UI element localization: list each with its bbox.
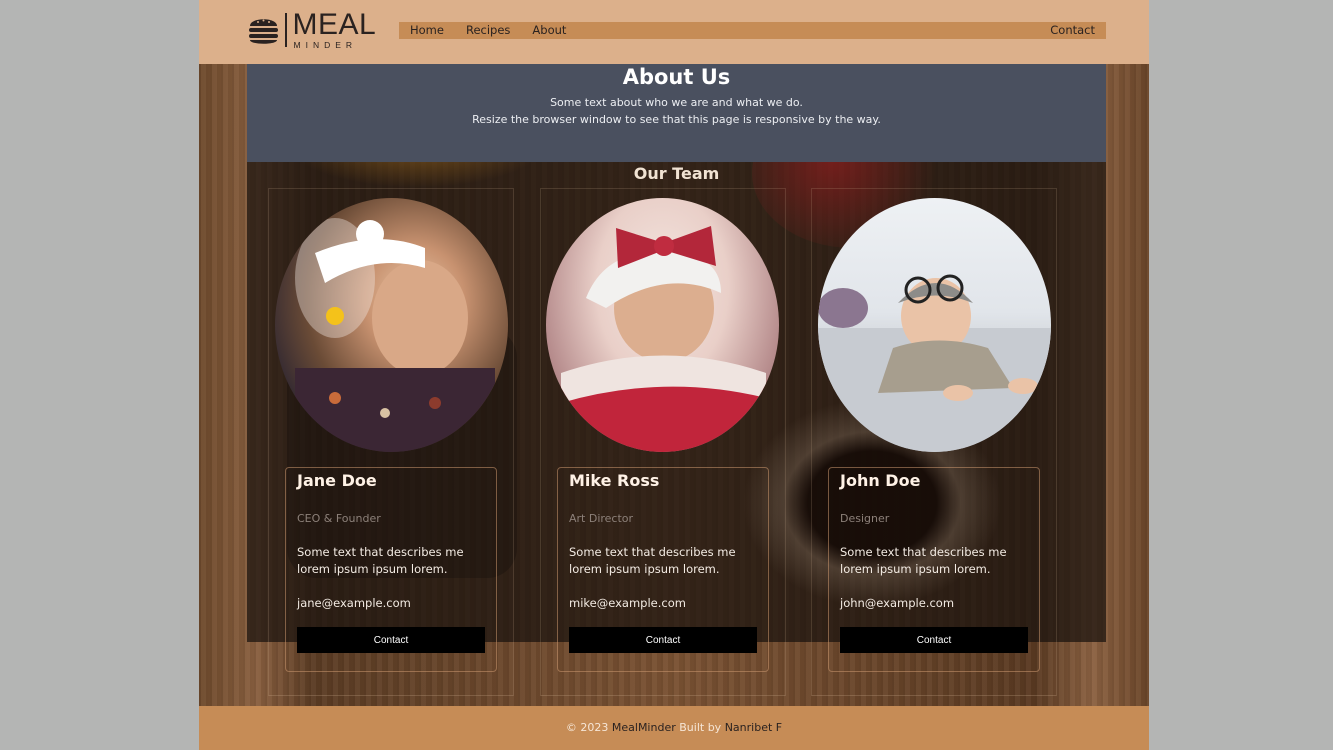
member-email: john@example.com xyxy=(840,596,955,610)
member-description: Some text that describes me lorem ipsum … xyxy=(569,545,736,576)
nav-recipes[interactable]: Recipes xyxy=(455,22,521,39)
about-section: About Us Some text about who we are and … xyxy=(247,64,1106,162)
member-email: mike@example.com xyxy=(569,596,686,610)
member-photo xyxy=(546,198,779,452)
member-description: Some text that describes me lorem ipsum … xyxy=(840,545,1007,576)
member-card: Jane Doe CEO & Founder Some text that de… xyxy=(285,467,497,672)
contact-button[interactable]: Contact xyxy=(840,627,1028,653)
nav-about[interactable]: About xyxy=(521,22,577,39)
site-header: MEAL MINDER Home Recipes About Contact xyxy=(199,0,1149,64)
member-email: jane@example.com xyxy=(297,596,411,610)
member-card: Mike Ross Art Director Some text that de… xyxy=(557,467,769,672)
contact-button[interactable]: Contact xyxy=(569,627,757,653)
team-title: Our Team xyxy=(633,164,720,183)
about-title: About Us xyxy=(622,65,731,89)
main-nav: Home Recipes About Contact xyxy=(399,22,1106,39)
member-role: Art Director xyxy=(569,512,634,525)
footer-brand[interactable]: MealMinder xyxy=(612,721,676,734)
member-name: John Doe xyxy=(840,471,921,490)
logo[interactable]: MEAL MINDER xyxy=(247,10,377,50)
nav-contact[interactable]: Contact xyxy=(1039,22,1106,39)
member-description: Some text that describes me lorem ipsum … xyxy=(297,545,464,576)
about-text-1: Some text about who we are and what we d… xyxy=(550,96,803,109)
member-name: Jane Doe xyxy=(297,471,377,490)
member-photo xyxy=(275,198,508,452)
page: MEAL MINDER Home Recipes About Contact A… xyxy=(199,0,1149,750)
footer-copyright: © 2023 xyxy=(565,721,609,734)
contact-button[interactable]: Contact xyxy=(297,627,485,653)
member-name: Mike Ross xyxy=(569,471,660,490)
about-text-2: Resize the browser window to see that th… xyxy=(472,113,881,126)
nav-home[interactable]: Home xyxy=(399,22,455,39)
member-photo xyxy=(818,198,1051,452)
site-footer: © 2023 MealMinder Built by Nanribet F xyxy=(199,706,1149,750)
footer-built-by: Built by xyxy=(679,721,722,734)
member-role: CEO & Founder xyxy=(297,512,381,525)
logo-word: MEAL xyxy=(292,8,377,42)
logo-text: MEAL MINDER xyxy=(293,10,377,50)
member-role: Designer xyxy=(840,512,890,525)
logo-subword: MINDER xyxy=(293,40,358,51)
footer-author[interactable]: Nanribet F xyxy=(725,721,782,734)
member-card: John Doe Designer Some text that describ… xyxy=(828,467,1040,672)
logo-divider xyxy=(285,13,287,47)
burger-icon xyxy=(247,14,280,46)
